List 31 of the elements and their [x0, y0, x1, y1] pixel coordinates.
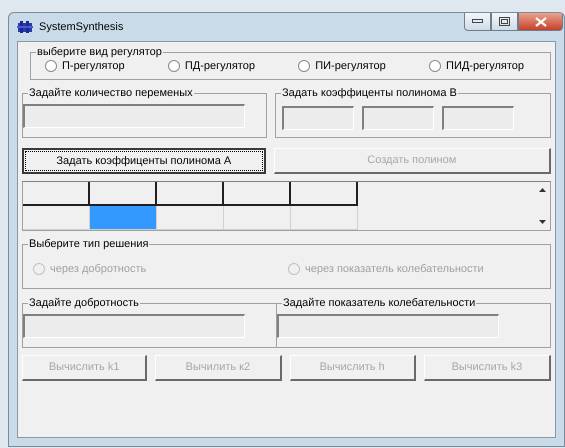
input-field[interactable] [442, 106, 514, 130]
group-title: Задайте добротность [28, 296, 140, 310]
grid-cell[interactable] [23, 182, 90, 206]
window-title: SystemSynthesis [39, 20, 124, 35]
group-title: Задайте количество переменых [28, 86, 194, 100]
minimize-button[interactable] [464, 13, 491, 31]
grid-cell[interactable] [224, 182, 291, 206]
action-button[interactable]: Задать коэффиценты полинома А [22, 148, 266, 174]
close-button[interactable] [518, 13, 563, 31]
input-field[interactable] [277, 314, 499, 338]
group-title: Задайте показатель колебательности [282, 296, 476, 310]
app-icon [17, 20, 33, 34]
maximize-icon [499, 17, 510, 26]
maximize-button[interactable] [491, 13, 518, 31]
group-title: Выберите тип решения [28, 237, 150, 251]
radio-button[interactable]: ПД-регулятор [168, 58, 255, 74]
input-field[interactable] [23, 104, 245, 128]
radio-button[interactable]: ПИ-регулятор [298, 58, 386, 74]
grid-cell[interactable] [157, 182, 224, 206]
grid-cell[interactable] [291, 182, 358, 206]
group-title: выберите вид регулятор [36, 45, 163, 59]
scroll-down-icon[interactable] [538, 220, 546, 224]
close-icon [534, 16, 546, 26]
input-field[interactable] [23, 314, 245, 338]
input-field[interactable] [362, 106, 434, 130]
radio-button[interactable]: ПИД-регулятор [429, 58, 524, 74]
scroll-up-icon[interactable] [538, 188, 546, 192]
minimize-icon [472, 19, 483, 24]
radio-button[interactable]: П-регулятор [45, 58, 125, 74]
group-title: Задать коэффиценты полинома В [281, 86, 458, 100]
input-field[interactable] [282, 106, 354, 130]
